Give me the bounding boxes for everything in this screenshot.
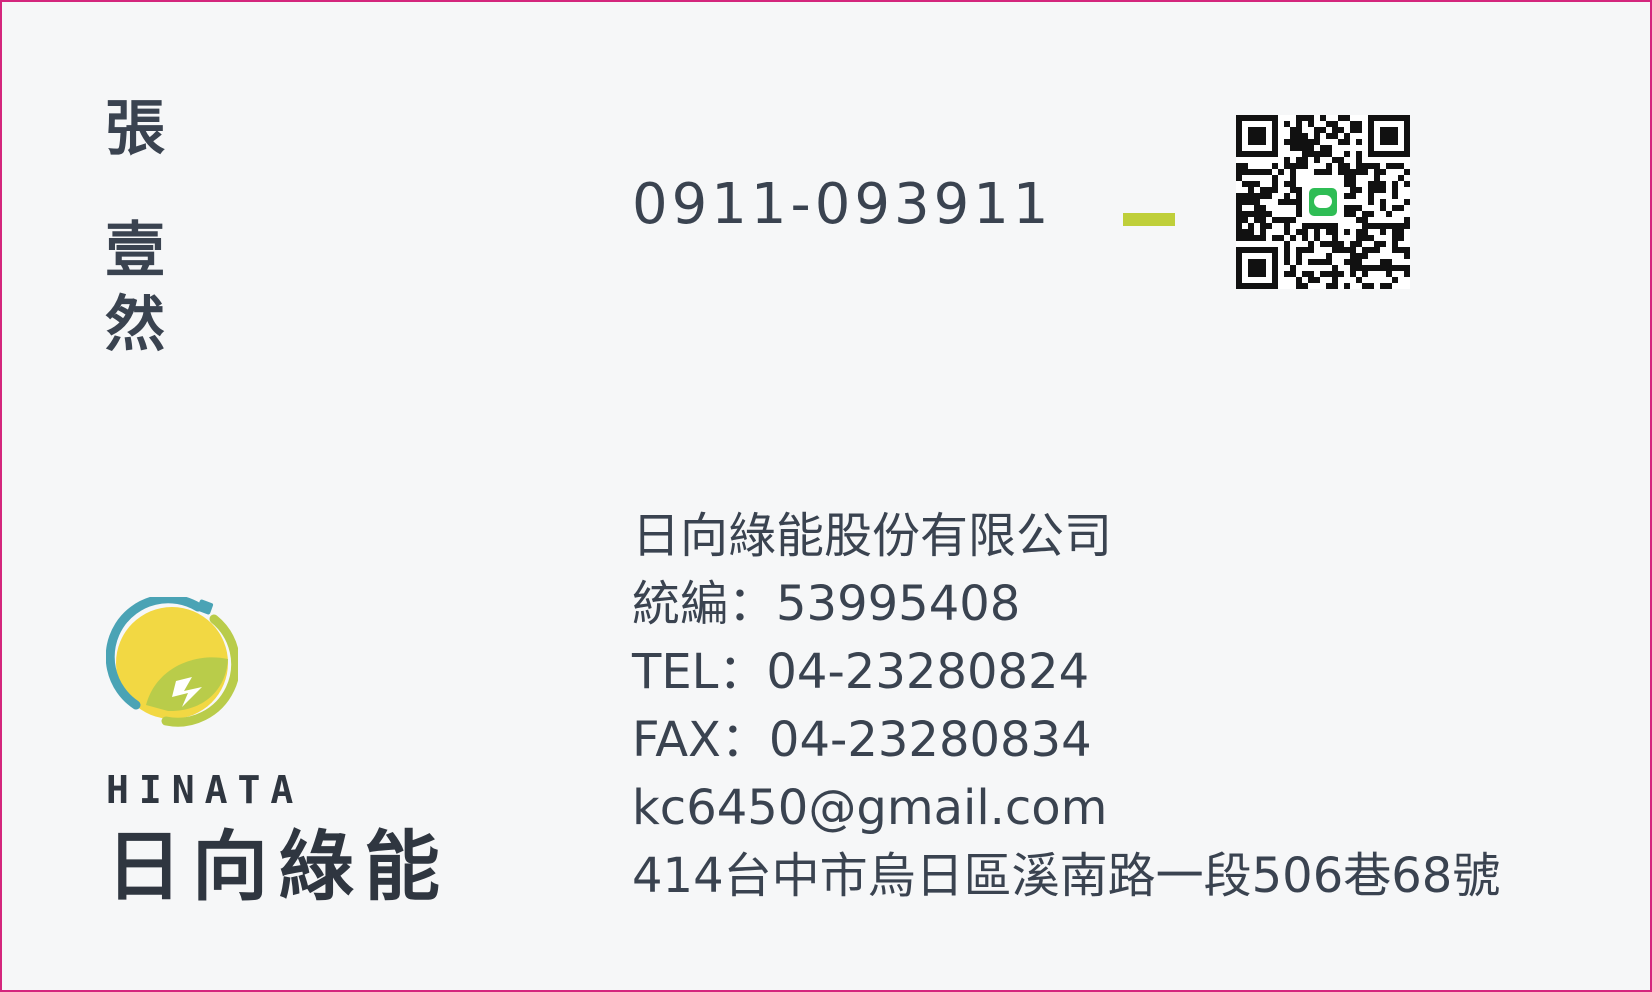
email: kc6450@gmail.com (632, 780, 1108, 836)
company-info: 日向綠能股份有限公司 統編：53995408 TEL：04-23280824 F… (632, 502, 1500, 910)
line-logo-icon (1306, 185, 1340, 219)
name-char-3: 然 (105, 290, 165, 360)
tax-id: 統編：53995408 (632, 576, 1021, 632)
watermark: HINATA (1482, 2, 1650, 990)
address: 414台中市烏日區溪南路一段506巷68號 (632, 848, 1501, 904)
telephone: TEL：04-23280824 (632, 644, 1090, 700)
accent-dash (1123, 213, 1175, 226)
sun-leaf-plug-icon (105, 594, 241, 729)
fax: FAX：04-23280834 (632, 712, 1092, 768)
name-char-2: 壹 (105, 216, 165, 286)
business-card: HINATA 張 壹 然 0911-093911 日向綠能股份有限公司 統編：5… (0, 0, 1652, 992)
company-name: 日向綠能股份有限公司 (632, 508, 1113, 564)
mobile-number: 0911-093911 (632, 172, 1053, 237)
line-qr-code-icon (1236, 115, 1410, 289)
name-char-1: 張 (105, 94, 165, 164)
brand-name-zh: 日向綠能 (106, 822, 450, 911)
brand-name-en: HINATA (106, 768, 304, 812)
